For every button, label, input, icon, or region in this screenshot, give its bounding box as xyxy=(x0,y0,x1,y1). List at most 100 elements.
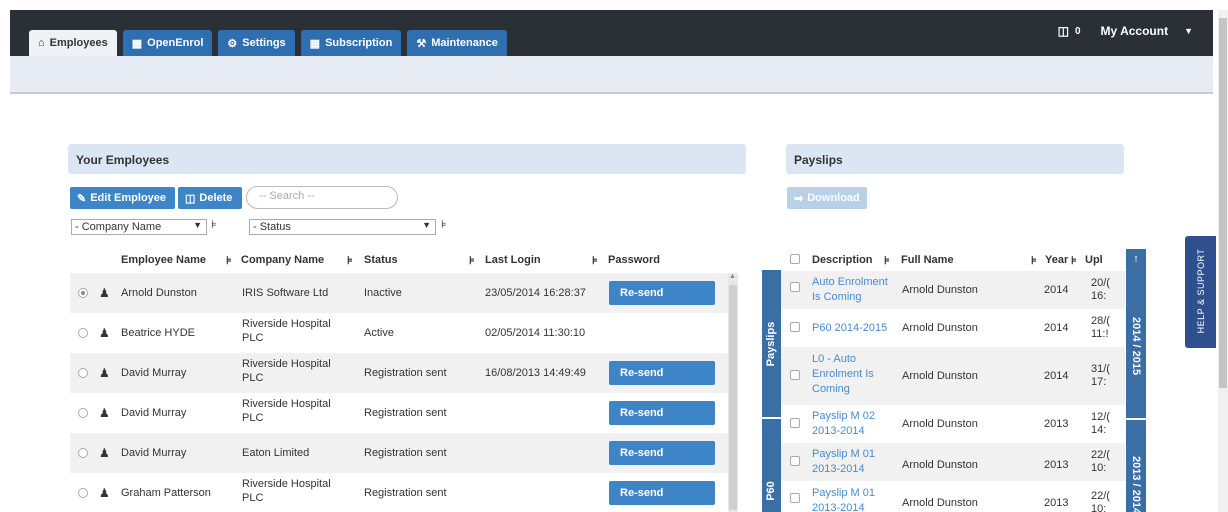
table-row[interactable]: ♟ David Murray Riverside Hospital PLC Re… xyxy=(70,353,738,393)
year-group-2013: 2013 / 2014 xyxy=(1126,420,1146,512)
uploaded: 28/( 11:! xyxy=(1091,315,1110,340)
payslip-description-link[interactable]: L0 - Auto Enrolment Is Coming xyxy=(812,352,884,397)
scroll-top-icon[interactable]: ↑ xyxy=(1126,249,1146,271)
full-name: Arnold Dunston xyxy=(902,370,978,382)
payslip-description-link[interactable]: Auto Enrolment Is Coming xyxy=(812,275,896,305)
page-scroll-thumb[interactable] xyxy=(1219,18,1227,388)
scroll-up-icon[interactable]: ▲ xyxy=(729,273,736,280)
payslip-row[interactable]: Auto Enrolment Is Coming Arnold Dunston … xyxy=(781,271,1125,309)
delete-button[interactable]: ◫ Delete xyxy=(178,187,242,209)
scroll-thumb[interactable] xyxy=(729,285,737,510)
payslip-description-link[interactable]: Payslip M 01 2013-2014 xyxy=(812,447,884,477)
filter-icon[interactable]: ⊧ xyxy=(1031,254,1037,267)
my-account-menu[interactable]: My Account xyxy=(1101,24,1169,38)
col-last-login[interactable]: Last Login xyxy=(485,254,541,266)
employee-name: Graham Patterson xyxy=(121,487,211,499)
tab-openenrol[interactable]: ▩ OpenEnrol xyxy=(122,30,213,56)
top-nav-bar: ⌂ Employees ▩ OpenEnrol ⚙ Settings ▦ Sub… xyxy=(10,10,1213,56)
main-tabs: ⌂ Employees ▩ OpenEnrol ⚙ Settings ▦ Sub… xyxy=(29,30,507,56)
app-frame: ⌂ Employees ▩ OpenEnrol ⚙ Settings ▦ Sub… xyxy=(0,0,1228,512)
filter-icon[interactable]: ⊧ xyxy=(884,254,890,267)
payslip-description-link[interactable]: P60 2014-2015 xyxy=(812,321,887,336)
table-row[interactable]: ♟ David Murray Eaton Limited Registratio… xyxy=(70,433,738,473)
row-radio[interactable] xyxy=(78,408,88,418)
help-support-tab[interactable]: HELP & SUPPORT xyxy=(1185,236,1216,348)
tab-settings[interactable]: ⚙ Settings xyxy=(218,30,295,56)
page-scrollbar[interactable] xyxy=(1218,10,1228,512)
company-filter-value: - Company Name xyxy=(75,221,162,233)
col-year[interactable]: Year xyxy=(1045,254,1068,266)
row-radio[interactable] xyxy=(78,288,88,298)
company-name-select[interactable]: - Company Name ▼ xyxy=(71,219,207,235)
caret-down-icon[interactable]: ▼ xyxy=(1184,26,1193,36)
row-radio[interactable] xyxy=(78,488,88,498)
col-uploaded[interactable]: Upl xyxy=(1085,254,1103,266)
full-name: Arnold Dunston xyxy=(902,284,978,296)
row-checkbox[interactable] xyxy=(790,282,800,292)
payslip-row[interactable]: Payslip M 01 2013-2014 Arnold Dunston 20… xyxy=(781,443,1125,481)
status: Registration sent xyxy=(364,487,447,499)
filter-icon[interactable]: ⊧ xyxy=(441,218,447,231)
col-password[interactable]: Password xyxy=(608,254,660,266)
download-button[interactable]: ➡ Download xyxy=(787,187,867,209)
year-group-label: 2013 / 2014 xyxy=(1130,456,1142,512)
col-status[interactable]: Status xyxy=(364,254,398,266)
tab-subscription[interactable]: ▦ Subscription xyxy=(300,30,402,56)
tab-maintenance[interactable]: ⚒ Maintenance xyxy=(407,30,507,56)
col-company-name[interactable]: Company Name xyxy=(241,254,324,266)
col-full-name[interactable]: Full Name xyxy=(901,254,954,266)
payslip-description-link[interactable]: Payslip M 02 2013-2014 xyxy=(812,409,884,439)
tab-label: Subscription xyxy=(325,37,393,49)
tab-label: OpenEnrol xyxy=(147,37,204,49)
wrench-icon: ⚒ xyxy=(416,37,427,50)
payslip-row[interactable]: Payslip M 01 2013-2014 Arnold Dunston 20… xyxy=(781,481,1125,512)
employee-name: David Murray xyxy=(121,367,187,379)
row-radio[interactable] xyxy=(78,328,88,338)
payslip-row[interactable]: Payslip M 02 2013-2014 Arnold Dunston 20… xyxy=(781,405,1125,443)
status-select[interactable]: - Status ▼ xyxy=(249,219,436,235)
status: Inactive xyxy=(364,287,402,299)
year: 2014 xyxy=(1044,322,1069,334)
filter-icon[interactable]: ⊧ xyxy=(347,254,353,267)
resend-button[interactable]: Re-send xyxy=(609,401,715,425)
dropdown-arrow-icon: ▼ xyxy=(422,220,431,230)
edit-employee-button[interactable]: ✎ Edit Employee xyxy=(70,187,175,209)
table-icon: ▦ xyxy=(309,37,321,50)
row-checkbox[interactable] xyxy=(790,418,800,428)
table-row[interactable]: ♟ David Murray Riverside Hospital PLC Re… xyxy=(70,393,738,433)
user-icon: ♟ xyxy=(99,326,110,340)
col-employee-name[interactable]: Employee Name xyxy=(121,254,206,266)
row-checkbox[interactable] xyxy=(790,370,800,380)
search-input[interactable]: -- Search -- xyxy=(246,186,398,209)
resend-button[interactable]: Re-send xyxy=(609,361,715,385)
filter-icon[interactable]: ⊧ xyxy=(1071,254,1077,267)
col-description[interactable]: Description xyxy=(812,254,873,266)
uploaded: 22/( 10: xyxy=(1091,490,1110,512)
resend-button[interactable]: Re-send xyxy=(609,281,715,305)
year-group-label: 2014 / 2015 xyxy=(1130,317,1142,376)
filter-icon[interactable]: ⊧ xyxy=(211,218,217,231)
filter-icon[interactable]: ⊧ xyxy=(469,254,475,267)
tab-label: Employees xyxy=(49,37,108,49)
user-icon: ♟ xyxy=(99,406,110,420)
payslip-row[interactable]: P60 2014-2015 Arnold Dunston 2014 28/( 1… xyxy=(781,309,1125,347)
user-icon: ♟ xyxy=(99,446,110,460)
row-radio[interactable] xyxy=(78,368,88,378)
resend-button[interactable]: Re-send xyxy=(609,441,715,465)
row-checkbox[interactable] xyxy=(790,322,800,332)
row-checkbox[interactable] xyxy=(790,493,800,503)
resend-button[interactable]: Re-send xyxy=(609,481,715,505)
select-all-checkbox[interactable] xyxy=(790,254,800,264)
table-row[interactable]: ♟ Arnold Dunston IRIS Software Ltd Inact… xyxy=(70,273,738,313)
payslip-description-link[interactable]: Payslip M 01 2013-2014 xyxy=(812,486,884,512)
table-row[interactable]: ♟ Beatrice HYDE Riverside Hospital PLC A… xyxy=(70,313,738,353)
table-row[interactable]: ♟ Graham Patterson Riverside Hospital PL… xyxy=(70,473,738,512)
payslip-row[interactable]: L0 - Auto Enrolment Is Coming Arnold Dun… xyxy=(781,347,1125,405)
filter-icon[interactable]: ⊧ xyxy=(592,254,598,267)
tab-employees[interactable]: ⌂ Employees xyxy=(29,30,117,56)
row-checkbox[interactable] xyxy=(790,456,800,466)
trash-icon[interactable]: ◫ xyxy=(1058,24,1069,38)
filter-icon[interactable]: ⊧ xyxy=(226,254,232,267)
row-radio[interactable] xyxy=(78,448,88,458)
employees-scrollbar[interactable]: ▲ xyxy=(728,273,738,512)
